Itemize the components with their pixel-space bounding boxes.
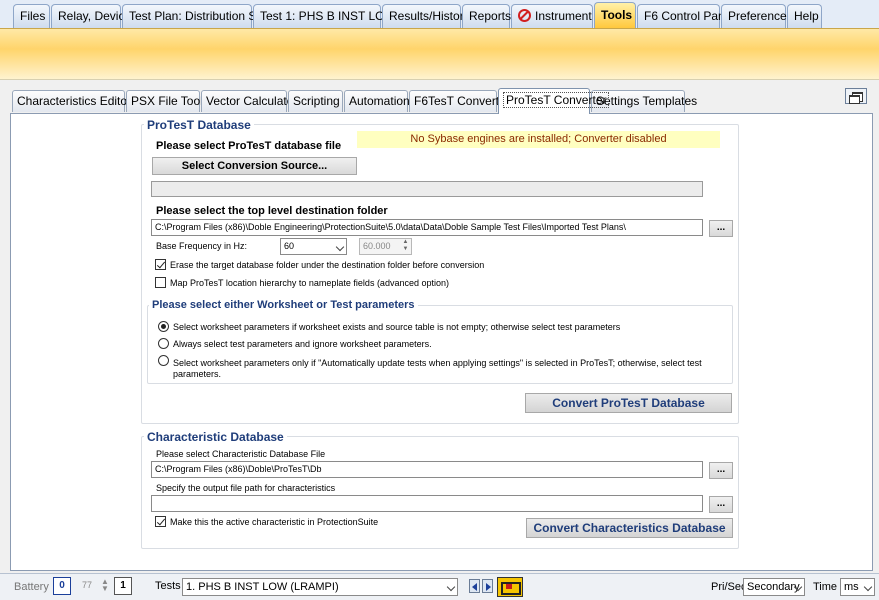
tab-help[interactable]: Help xyxy=(787,4,822,28)
previous-test-button[interactable] xyxy=(469,579,480,593)
protest-database-title: ProTesT Database xyxy=(144,118,254,132)
radio-always-test[interactable] xyxy=(158,338,169,349)
browse-destination-button[interactable]: ... xyxy=(709,220,733,237)
main-tab-bar: Files Relay, Device Test Plan: Distribut… xyxy=(0,0,879,28)
radio-worksheet-if-auto-update-label-cont: parameters. xyxy=(173,369,222,379)
spin-down-icon: ▼ xyxy=(402,246,409,252)
characteristic-database-title: Characteristic Database xyxy=(144,430,287,444)
count-value-box[interactable]: 1 xyxy=(114,577,132,595)
map-hierarchy-label: Map ProTesT location hierarchy to namepl… xyxy=(170,278,449,288)
select-conversion-source-button[interactable]: Select Conversion Source... xyxy=(152,157,357,175)
tab-f6-control-panel[interactable]: F6 Control Panel xyxy=(637,4,734,28)
tab-protest-converter-label: ProTesT Converter xyxy=(503,92,610,108)
tab-preferences[interactable]: Preferences xyxy=(721,4,793,28)
tests-select-value: 1. PHS B INST LOW (LRAMPI) xyxy=(186,581,339,593)
tests-select[interactable]: 1. PHS B INST LOW (LRAMPI) xyxy=(182,578,458,596)
active-characteristic-label: Make this the active characteristic in P… xyxy=(170,517,379,527)
battery-connect-icon[interactable] xyxy=(497,577,523,597)
battery-label: Battery xyxy=(14,581,49,593)
time-unit-select[interactable]: ms xyxy=(840,578,875,596)
prisec-label: Pri/Sec xyxy=(711,581,747,593)
radio-worksheet-if-auto-update[interactable] xyxy=(158,355,169,366)
source-path-field[interactable] xyxy=(151,181,703,197)
spin-up-icon: ▲ xyxy=(402,239,409,245)
next-test-button[interactable] xyxy=(482,579,493,593)
tab-test-plan[interactable]: Test Plan: Distribution Syst xyxy=(122,4,272,28)
tab-protest-converter[interactable]: ProTesT Converter xyxy=(498,88,610,114)
parameters-title: Please select either Worksheet or Test p… xyxy=(149,299,418,311)
active-characteristic-checkbox[interactable] xyxy=(155,516,166,527)
base-frequency-label: Base Frequency in Hz: xyxy=(156,241,248,251)
tab-vector-calculator[interactable]: Vector Calculator xyxy=(201,90,297,112)
spin-arrows-icon[interactable]: ▲ ▼ xyxy=(101,578,109,593)
sybase-notice: No Sybase engines are installed; Convert… xyxy=(357,131,720,148)
radio-worksheet-if-auto-update-label: Select worksheet parameters only if "Aut… xyxy=(173,358,702,368)
tools-tab-bar: Characteristics Editor PSX File Tools Ve… xyxy=(0,82,879,114)
radio-always-test-label: Always select test parameters and ignore… xyxy=(173,339,432,349)
restore-window-icon[interactable] xyxy=(845,88,867,104)
radio-worksheet-if-exists[interactable] xyxy=(158,321,169,332)
spin-value: 77 xyxy=(82,580,93,590)
tab-test-1[interactable]: Test 1: PHS B INST LOW xyxy=(253,4,396,28)
time-label: Time xyxy=(813,581,838,593)
base-frequency-select[interactable]: 60 xyxy=(280,238,347,255)
tab-files[interactable]: Files xyxy=(13,4,50,28)
time-unit-value: ms xyxy=(844,581,859,593)
tab-results-history[interactable]: Results/History xyxy=(382,4,470,28)
battery-value-box[interactable]: 0 xyxy=(53,577,71,595)
select-file-label: Please select ProTesT database file xyxy=(156,140,342,152)
convert-characteristics-database-button[interactable]: Convert Characteristics Database xyxy=(526,518,733,538)
tab-automation[interactable]: Automation xyxy=(344,90,410,112)
tab-relay-device[interactable]: Relay, Device xyxy=(51,4,131,28)
characteristic-file-field[interactable]: C:\Program Files (x86)\Doble\ProTesT\Db xyxy=(151,461,703,478)
tab-psx-file-tools[interactable]: PSX File Tools xyxy=(126,90,209,112)
prisec-select-value: Secondary xyxy=(747,581,800,593)
destination-folder-field[interactable]: C:\Program Files (x86)\Doble Engineering… xyxy=(151,219,703,236)
tab-instrument[interactable]: Instrument xyxy=(511,4,593,28)
erase-target-checkbox[interactable] xyxy=(155,259,166,270)
tab-scripting[interactable]: Scripting xyxy=(288,90,343,112)
tab-reports[interactable]: Reports xyxy=(462,4,511,28)
destination-folder-label: Please select the top level destination … xyxy=(156,205,388,217)
tests-label: Tests xyxy=(155,580,181,592)
convert-protest-database-button[interactable]: Convert ProTesT Database xyxy=(525,393,732,413)
chevron-down-icon xyxy=(446,582,456,592)
radio-worksheet-if-exists-label: Select worksheet parameters if worksheet… xyxy=(173,322,621,332)
tab-f6test-converter[interactable]: F6TesT Converter xyxy=(409,90,510,112)
browse-output-path-button[interactable]: ... xyxy=(709,496,733,513)
tab-characteristics-editor[interactable]: Characteristics Editor xyxy=(12,90,131,112)
prisec-select[interactable]: Secondary xyxy=(743,578,805,596)
output-path-field[interactable] xyxy=(151,495,703,512)
custom-frequency-value: 60.000 xyxy=(363,241,391,251)
chevron-down-icon xyxy=(863,582,873,592)
tab-instrument-label: Instrument xyxy=(535,9,592,23)
toolbar-band xyxy=(0,28,879,80)
characteristic-file-label: Please select Characteristic Database Fi… xyxy=(156,449,326,459)
custom-frequency-spinner: 60.000 ▲ ▼ xyxy=(359,238,412,255)
browse-characteristic-file-button[interactable]: ... xyxy=(709,462,733,479)
map-hierarchy-checkbox[interactable] xyxy=(155,277,166,288)
chevron-down-icon xyxy=(335,242,345,252)
no-entry-icon xyxy=(518,9,531,22)
erase-target-label: Erase the target database folder under t… xyxy=(170,260,485,270)
output-path-label: Specify the output file path for charact… xyxy=(156,483,336,493)
tab-tools[interactable]: Tools xyxy=(594,2,636,28)
base-frequency-value: 60 xyxy=(284,241,295,251)
